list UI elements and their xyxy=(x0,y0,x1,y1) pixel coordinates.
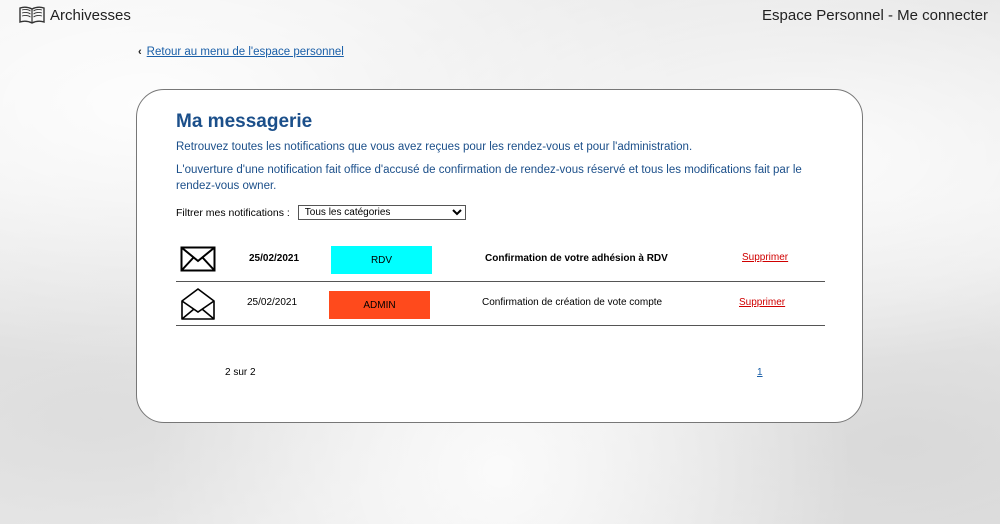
category-badge: ADMIN xyxy=(329,291,430,319)
pagination-page-1[interactable]: 1 xyxy=(757,367,763,378)
notification-filter: Filtrer mes notifications : Tous les cat… xyxy=(176,205,466,220)
top-bar: Archivesses Espace Personnel - Me connec… xyxy=(0,0,1000,30)
espace-personnel-link[interactable]: Espace Personnel - Me connecter xyxy=(762,7,988,24)
delete-link[interactable]: Supprimer xyxy=(742,252,788,263)
pagination-count: 2 sur 2 xyxy=(225,367,256,378)
notification-date: 25/02/2021 xyxy=(249,253,300,264)
notification-subject[interactable]: Confirmation de votre adhésion à RDV xyxy=(485,253,668,264)
book-icon xyxy=(18,5,46,25)
brand[interactable]: Archivesses xyxy=(18,5,131,25)
intro-text-2: L'ouverture d'une notification fait offi… xyxy=(176,164,802,192)
category-filter-select[interactable]: Tous les catégories xyxy=(297,205,466,220)
notification-row[interactable]: 25/02/2021 ADMIN Confirmation de créatio… xyxy=(176,282,825,326)
back-to-menu-link[interactable]: Retour au menu de l'espace personnel xyxy=(147,46,344,58)
intro-text-1: Retrouvez toutes les notifications que v… xyxy=(176,141,693,153)
brand-name: Archivesses xyxy=(50,6,131,24)
messagerie-card: Ma messagerie Retrouvez toutes les notif… xyxy=(136,89,863,423)
notification-subject[interactable]: Confirmation de création de vote compte xyxy=(482,297,662,308)
envelope-closed-icon xyxy=(180,246,216,274)
category-badge: RDV xyxy=(331,246,432,274)
envelope-open-icon xyxy=(180,287,216,320)
chevron-left-icon: ‹ xyxy=(138,46,142,58)
notification-row[interactable]: 25/02/2021 RDV Confirmation de votre adh… xyxy=(176,238,825,282)
delete-link[interactable]: Supprimer xyxy=(739,297,785,308)
page-title: Ma messagerie xyxy=(176,111,313,132)
back-link-container: ‹ Retour au menu de l'espace personnel xyxy=(138,46,344,58)
notification-date: 25/02/2021 xyxy=(247,297,298,308)
filter-label: Filtrer mes notifications : xyxy=(176,206,290,219)
